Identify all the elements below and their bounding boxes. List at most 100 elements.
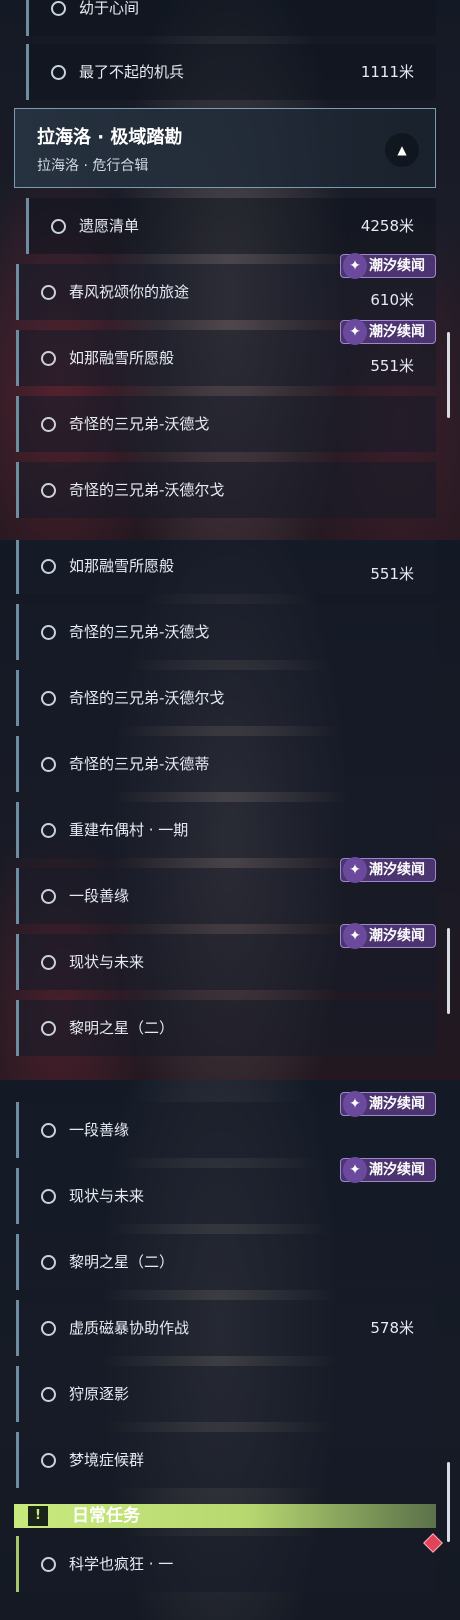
quest-status-icon (41, 285, 56, 300)
quest-status-icon (41, 691, 56, 706)
quest-status-icon (41, 625, 56, 640)
chevron-up-icon[interactable]: ▲ (385, 133, 419, 167)
quest-list-panel-3: 一段善缘 ✦ 潮汐续闻 现状与未来 ✦ 潮汐续闻 黎明之星（二） 虚质磁暴协助作… (0, 1080, 460, 1620)
quest-name: 如那融雪所愿般 (69, 349, 175, 367)
quest-row[interactable]: 梦境症候群 (16, 1432, 436, 1488)
quest-row[interactable]: 如那融雪所愿般 551米 ✦ 潮汐续闻 (16, 319, 436, 386)
quest-name: 科学也疯狂 · 一 (69, 1555, 174, 1573)
quest-status-icon (41, 483, 56, 498)
scrollbar[interactable] (447, 928, 450, 1014)
quest-name: 梦境症候群 (69, 1451, 145, 1469)
tidal-tale-badge: ✦ 潮汐续闻 (340, 923, 436, 949)
quest-name: 奇怪的三兄弟-沃德尔戈 (69, 481, 225, 499)
quest-name: 如那融雪所愿般 (69, 557, 175, 575)
quest-row[interactable]: 幼于心间 (26, 0, 436, 36)
quest-distance: 1111米 (360, 63, 414, 81)
quest-row[interactable]: 科学也疯狂 · 一 (16, 1536, 436, 1592)
quest-name: 重建布偶村 · 一期 (69, 821, 189, 839)
quest-list-panel-1: 幼于心间 最了不起的机兵 1111米 拉海洛 · 极域踏勘 拉海洛 · 危行合辑… (0, 0, 460, 540)
quest-status-icon (41, 889, 56, 904)
quest-name: 幼于心间 (79, 0, 140, 17)
daily-quests-section-header[interactable]: ! 日常任务 (14, 1504, 436, 1528)
quest-row[interactable]: 遗愿清单 4258米 (26, 198, 436, 254)
quest-distance: 551米 (370, 357, 414, 375)
quest-row[interactable]: 一段善缘 ✦ 潮汐续闻 (16, 857, 436, 924)
badge-label: 潮汐续闻 (369, 928, 425, 944)
sparkle-icon: ✦ (343, 1091, 367, 1117)
quest-name: 现状与未来 (69, 953, 145, 971)
quest-row[interactable]: 奇怪的三兄弟-沃德蒂 (16, 736, 436, 792)
sparkle-icon: ✦ (343, 319, 367, 345)
quest-row[interactable]: 一段善缘 ✦ 潮汐续闻 (16, 1091, 436, 1158)
quest-distance: 578米 (370, 1319, 414, 1337)
quest-status-icon (51, 65, 66, 80)
badge-label: 潮汐续闻 (369, 1096, 425, 1112)
quest-row[interactable]: 最了不起的机兵 1111米 (26, 44, 436, 100)
scrollbar[interactable] (447, 1462, 450, 1542)
quest-row[interactable]: 如那融雪所愿般 551米 (16, 540, 436, 594)
quest-name: 现状与未来 (69, 1187, 145, 1205)
exclamation-icon: ! (28, 1506, 48, 1526)
quest-name: 奇怪的三兄弟-沃德戈 (69, 623, 210, 641)
group-subtitle: 拉海洛 · 危行合辑 (37, 158, 149, 174)
badge-label: 潮汐续闻 (369, 258, 425, 274)
sparkle-icon: ✦ (343, 1157, 367, 1183)
quest-status-icon (41, 559, 56, 574)
quest-status-icon (41, 1387, 56, 1402)
quest-distance: 551米 (370, 565, 414, 583)
quest-status-icon (41, 1453, 56, 1468)
quest-name: 黎明之星（二） (69, 1019, 175, 1037)
tidal-tale-badge: ✦ 潮汐续闻 (340, 1157, 436, 1183)
badge-label: 潮汐续闻 (369, 324, 425, 340)
quest-status-icon (41, 1255, 56, 1270)
quest-status-icon (51, 219, 66, 234)
quest-status-icon (41, 1557, 56, 1572)
quest-name: 春风祝颂你的旅途 (69, 283, 190, 301)
quest-name: 遗愿清单 (79, 217, 140, 235)
quest-row[interactable]: 奇怪的三兄弟-沃德戈 (16, 604, 436, 660)
quest-status-icon (41, 1021, 56, 1036)
tidal-tale-badge: ✦ 潮汐续闻 (340, 319, 436, 345)
quest-name: 一段善缘 (69, 887, 130, 905)
quest-status-icon (41, 351, 56, 366)
quest-status-icon (41, 1123, 56, 1138)
quest-status-icon (41, 823, 56, 838)
quest-row[interactable]: 春风祝颂你的旅途 610米 ✦ 潮汐续闻 (16, 253, 436, 320)
tidal-tale-badge: ✦ 潮汐续闻 (340, 1091, 436, 1117)
quest-list-panel-2: 如那融雪所愿般 551米 奇怪的三兄弟-沃德戈 奇怪的三兄弟-沃德尔戈 奇怪的三… (0, 540, 460, 1080)
quest-row[interactable]: 黎明之星（二） (16, 1000, 436, 1056)
quest-row[interactable]: 虚质磁暴协助作战 578米 (16, 1300, 436, 1356)
quest-status-icon (41, 417, 56, 432)
badge-label: 潮汐续闻 (369, 1162, 425, 1178)
quest-row[interactable]: 现状与未来 ✦ 潮汐续闻 (16, 923, 436, 990)
quest-group-header[interactable]: 拉海洛 · 极域踏勘 拉海洛 · 危行合辑 ▲ (14, 108, 436, 188)
quest-row[interactable]: 现状与未来 ✦ 潮汐续闻 (16, 1157, 436, 1224)
group-title: 拉海洛 · 极域踏勘 (37, 127, 183, 148)
quest-status-icon (41, 757, 56, 772)
quest-row[interactable]: 黎明之星（二） (16, 1234, 436, 1290)
quest-name: 黎明之星（二） (69, 1253, 175, 1271)
quest-name: 奇怪的三兄弟-沃德尔戈 (69, 689, 225, 707)
quest-name: 狩原逐影 (69, 1385, 130, 1403)
sparkle-icon: ✦ (343, 253, 367, 279)
quest-name: 虚质磁暴协助作战 (69, 1319, 190, 1337)
quest-name: 最了不起的机兵 (79, 63, 185, 81)
quest-row[interactable]: 重建布偶村 · 一期 (16, 802, 436, 858)
quest-row[interactable]: 奇怪的三兄弟-沃德尔戈 (16, 462, 436, 518)
quest-name: 奇怪的三兄弟-沃德戈 (69, 415, 210, 433)
quest-name: 奇怪的三兄弟-沃德蒂 (69, 755, 210, 773)
section-title: 日常任务 (72, 1506, 140, 1526)
quest-status-icon (41, 955, 56, 970)
quest-status-icon (51, 1, 66, 16)
scrollbar[interactable] (447, 332, 450, 418)
quest-name: 一段善缘 (69, 1121, 130, 1139)
quest-row[interactable]: 狩原逐影 (16, 1366, 436, 1422)
quest-status-icon (41, 1321, 56, 1336)
quest-row[interactable]: 奇怪的三兄弟-沃德尔戈 (16, 670, 436, 726)
sparkle-icon: ✦ (343, 857, 367, 883)
tidal-tale-badge: ✦ 潮汐续闻 (340, 253, 436, 279)
quest-status-icon (41, 1189, 56, 1204)
sparkle-icon: ✦ (343, 923, 367, 949)
quest-row[interactable]: 奇怪的三兄弟-沃德戈 (16, 396, 436, 452)
tidal-tale-badge: ✦ 潮汐续闻 (340, 857, 436, 883)
